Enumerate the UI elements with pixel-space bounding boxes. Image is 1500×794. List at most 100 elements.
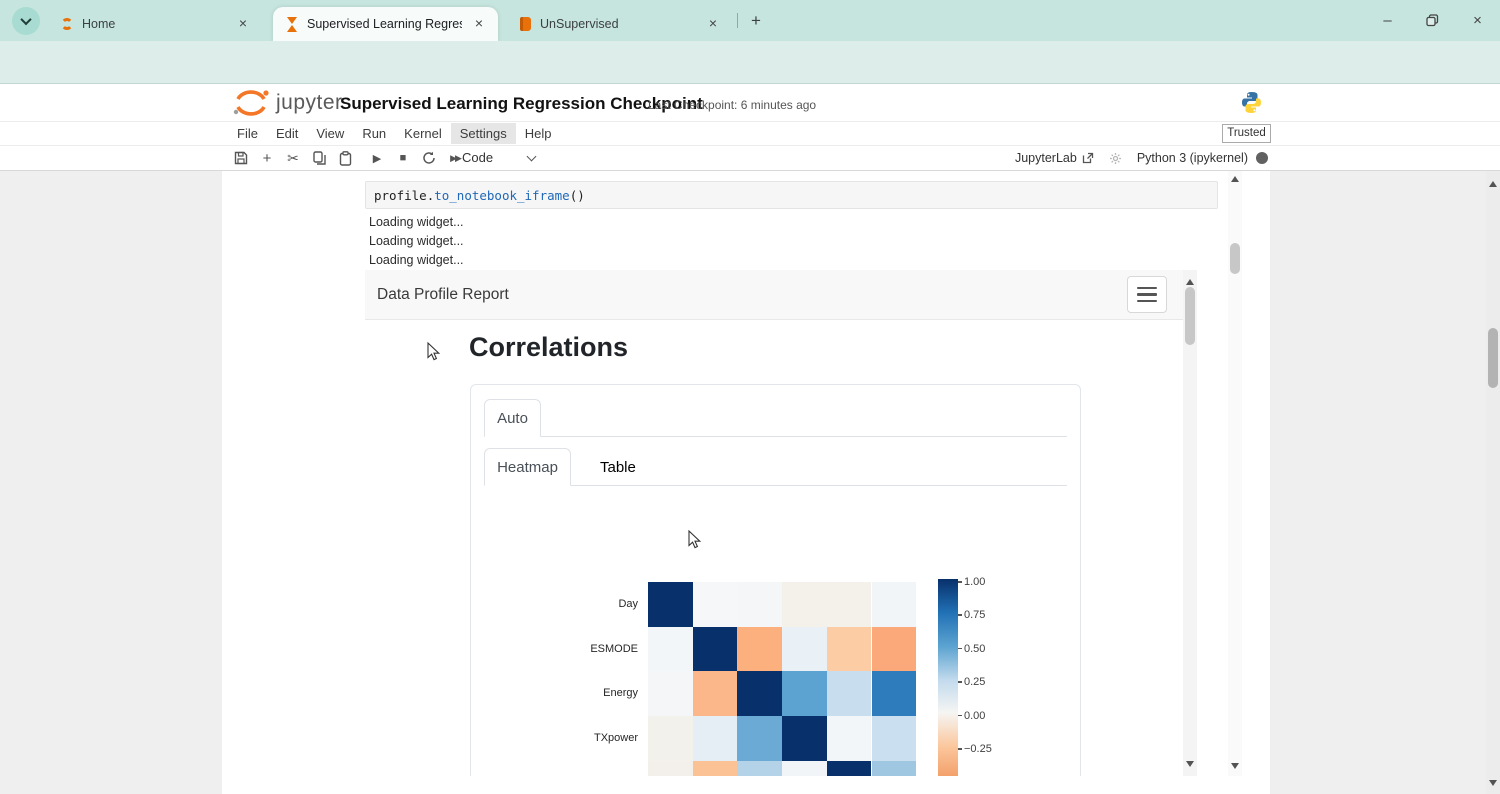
cell-type-dropdown[interactable]: Code [462, 150, 493, 165]
chevron-down-icon[interactable] [527, 152, 537, 162]
scroll-up-icon[interactable] [1231, 172, 1239, 182]
heatmap-cell [872, 627, 917, 672]
report-navbar: Data Profile Report [365, 270, 1183, 320]
tab-table[interactable]: Table [584, 448, 652, 486]
heatmap-cell [737, 627, 782, 672]
heatmap-cell [827, 671, 872, 716]
browser-tab[interactable]: UnSupervised× [506, 7, 732, 41]
screen: Home×Supervised Learning Regression×UnSu… [0, 0, 1500, 794]
jupyter-ring-icon [60, 17, 74, 31]
colorbar-tick-label: −0.25 [964, 743, 992, 755]
heatmap-cell [648, 761, 693, 776]
trusted-button[interactable]: Trusted [1222, 124, 1271, 143]
heatmap-cell [648, 716, 693, 761]
heatmap-cell [872, 582, 917, 627]
kernel-name[interactable]: Python 3 (ipykernel) [1137, 151, 1248, 165]
heatmap-cell [827, 582, 872, 627]
outer-tab-nav: Auto [484, 399, 1067, 437]
save-icon[interactable] [228, 148, 254, 168]
gear-icon[interactable] [1110, 153, 1121, 164]
menu-item-kernel[interactable]: Kernel [395, 123, 451, 144]
colorbar-tick-mark [958, 715, 962, 717]
loading-widget-text: Loading widget... [369, 253, 464, 267]
scroll-up-icon[interactable] [1186, 275, 1194, 285]
scroll-down-icon[interactable] [1231, 763, 1239, 773]
scrollbar-thumb[interactable] [1488, 328, 1498, 388]
scroll-down-icon[interactable] [1489, 780, 1497, 790]
window-controls: – × [1365, 0, 1500, 41]
browser-tab[interactable]: Supervised Learning Regression × [273, 7, 498, 41]
paste-cells-icon[interactable] [332, 148, 358, 168]
heatmap-cell [827, 761, 872, 776]
menu-item-settings[interactable]: Settings [451, 123, 516, 144]
heatmap-cell [648, 671, 693, 716]
iframe-scrollbar[interactable] [1183, 270, 1197, 776]
heatmap-cell [693, 716, 738, 761]
minimize-button[interactable]: – [1365, 0, 1410, 41]
run-cell-icon[interactable]: ▶ [364, 148, 390, 168]
colorbar-tick-mark [958, 681, 962, 683]
heatmap-cell [872, 761, 917, 776]
scrollbar-thumb[interactable] [1230, 243, 1240, 274]
jupyter-header: jupyter Supervised Learning Regression C… [0, 84, 1500, 122]
browser-scrollbar[interactable] [1486, 171, 1500, 794]
add-cell-icon[interactable]: + [254, 148, 280, 168]
section-title: Correlations [469, 332, 628, 363]
scroll-down-icon[interactable] [1186, 761, 1194, 771]
heatmap-row-label: Day [471, 598, 638, 610]
report-title: Data Profile Report [377, 286, 509, 304]
browser-tab-strip: Home×Supervised Learning Regression×UnSu… [0, 0, 1500, 41]
heatmap-cell [782, 761, 827, 776]
menu-item-run[interactable]: Run [353, 123, 395, 144]
code-cell[interactable]: profile.to_notebook_iframe() [365, 181, 1218, 209]
menu-item-file[interactable]: File [228, 123, 267, 144]
scroll-up-icon[interactable] [1489, 177, 1497, 187]
window-close-icon: × [1473, 12, 1482, 29]
tab-title: Supervised Learning Regression [307, 17, 462, 31]
hamburger-menu-button[interactable] [1127, 276, 1167, 313]
colorbar-tick-mark [958, 648, 962, 650]
heatmap-cell [737, 716, 782, 761]
menu-item-edit[interactable]: Edit [267, 123, 307, 144]
external-link-icon [1082, 152, 1094, 164]
heatmap-cell [737, 761, 782, 776]
notebook-scrollbar[interactable] [1228, 171, 1242, 776]
tab-divider [737, 13, 738, 28]
colorbar-tick-label: 0.50 [964, 643, 985, 655]
tab-heatmap[interactable]: Heatmap [484, 448, 571, 486]
colorbar-tick-mark [958, 748, 962, 750]
hourglass-icon [285, 17, 299, 31]
notebook-main: profile.to_notebook_iframe() Loading wid… [0, 171, 1500, 794]
heatmap-cell [737, 582, 782, 627]
tab-auto[interactable]: Auto [484, 399, 541, 437]
restore-icon [1426, 14, 1439, 27]
close-window-button[interactable]: × [1455, 0, 1500, 41]
heatmap [648, 582, 917, 776]
heatmap-row-label: TXpower [471, 732, 638, 744]
restart-kernel-icon[interactable] [416, 148, 442, 168]
copy-cells-icon[interactable] [306, 148, 332, 168]
menu-item-help[interactable]: Help [516, 123, 561, 144]
heatmap-cell [693, 671, 738, 716]
kernel-status-icon [1256, 152, 1268, 164]
stop-kernel-icon[interactable]: ■ [390, 148, 416, 168]
cut-cells-icon[interactable]: ✂ [280, 148, 306, 168]
colorbar [938, 579, 958, 776]
new-tab-button[interactable]: + [743, 8, 769, 34]
close-icon[interactable]: × [470, 15, 488, 33]
browser-tab[interactable]: Home× [48, 7, 262, 41]
close-icon[interactable]: × [704, 15, 722, 33]
minimize-icon: – [1383, 12, 1391, 29]
jupyter-toolbar: +✂▶■▶▶ Code JupyterLab Python 3 (ipykern… [0, 146, 1500, 171]
toolbar-right: JupyterLab Python 3 (ipykernel) [1015, 146, 1268, 170]
maximize-button[interactable] [1410, 0, 1455, 41]
heatmap-cell [782, 716, 827, 761]
close-icon[interactable]: × [234, 15, 252, 33]
tab-search-button[interactable] [12, 7, 40, 35]
jupyterlab-link[interactable]: JupyterLab [1015, 151, 1077, 165]
code-text: profile.to_notebook_iframe() [374, 188, 585, 203]
loading-widget-text: Loading widget... [369, 215, 464, 229]
scrollbar-thumb[interactable] [1185, 287, 1195, 345]
inner-tab-nav: Heatmap Table [484, 448, 1067, 486]
menu-item-view[interactable]: View [307, 123, 353, 144]
